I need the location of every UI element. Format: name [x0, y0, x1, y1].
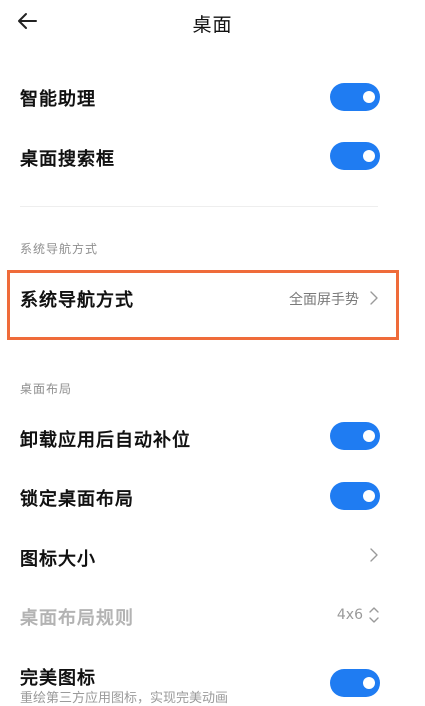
- lock-layout-row[interactable]: 锁定桌面布局: [0, 470, 425, 524]
- chevron-up-down-icon: [369, 607, 379, 623]
- layout-rule-value: 4x6: [336, 607, 363, 623]
- auto-fill-row[interactable]: 卸载应用后自动补位: [0, 410, 425, 464]
- section-divider: [20, 206, 378, 207]
- toggle-knob: [363, 430, 375, 442]
- header-bar: 桌面: [0, 0, 425, 44]
- assistant-toggle[interactable]: [330, 83, 380, 111]
- layout-rule-row: 桌面布局规则 4x6: [0, 590, 425, 644]
- search-bar-toggle[interactable]: [330, 142, 380, 170]
- lock-layout-toggle[interactable]: [330, 482, 380, 510]
- page-title: 桌面: [192, 14, 233, 36]
- assistant-label: 智能助理: [20, 89, 96, 110]
- search-bar-label: 桌面搜索框: [20, 149, 115, 170]
- icon-size-label: 图标大小: [20, 549, 96, 570]
- icon-size-row[interactable]: 图标大小: [0, 530, 425, 584]
- toggle-knob: [363, 677, 375, 689]
- layout-rule-label: 桌面布局规则: [20, 608, 134, 629]
- perfect-icons-row[interactable]: 完美图标 重绘第三方应用图标，实现完美动画: [0, 652, 425, 706]
- search-bar-row[interactable]: 桌面搜索框: [0, 128, 425, 182]
- assistant-row[interactable]: 智能助理: [0, 70, 425, 124]
- auto-fill-label: 卸载应用后自动补位: [20, 430, 191, 451]
- chevron-right-icon: [370, 548, 378, 562]
- lock-layout-label: 锁定桌面布局: [20, 489, 134, 510]
- perfect-icons-toggle[interactable]: [330, 669, 380, 697]
- layout-section-title: 桌面布局: [20, 382, 73, 396]
- auto-fill-toggle[interactable]: [330, 422, 380, 450]
- toggle-knob: [363, 91, 375, 103]
- toggle-knob: [363, 150, 375, 162]
- highlight-box: [7, 270, 399, 340]
- toggle-knob: [363, 490, 375, 502]
- perfect-icons-description: 重绘第三方应用图标，实现完美动画: [20, 691, 229, 706]
- nav-section-title: 系统导航方式: [20, 242, 99, 256]
